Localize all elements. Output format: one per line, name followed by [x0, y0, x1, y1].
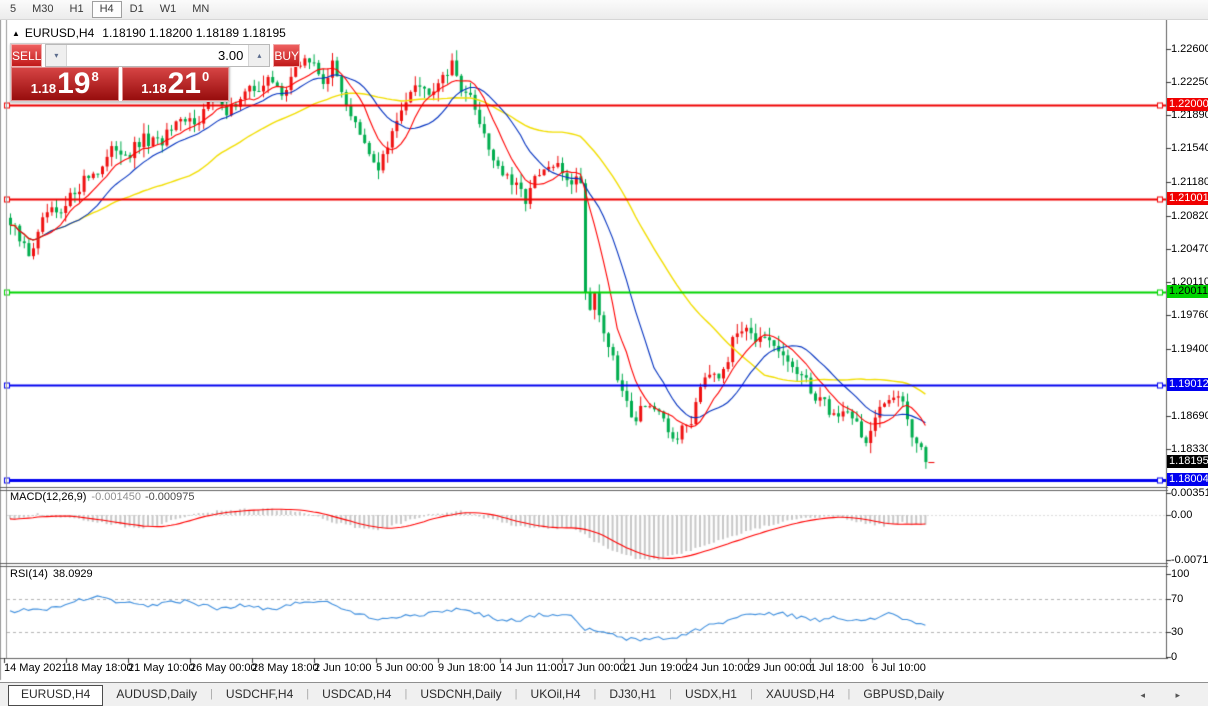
- date-tick-label: 14 May 2021: [4, 662, 68, 674]
- hline-price-label: 1.19012: [1167, 378, 1208, 391]
- timeframe-button-h1[interactable]: H1: [62, 1, 92, 18]
- chart-tab-audusd[interactable]: AUDUSD,Daily: [103, 685, 210, 704]
- sell-price-point: 8: [91, 69, 98, 84]
- date-tick-label: 18 May 18:00: [66, 662, 133, 674]
- date-tick-label: 24 Jun 10:00: [686, 662, 750, 674]
- date-tick-label: 1 Jul 18:00: [810, 662, 864, 674]
- chart-tab-bar: EURUSD,H4AUDUSD,Daily|USDCHF,H4|USDCAD,H…: [0, 682, 1208, 706]
- date-tick-label: 5 Jun 00:00: [376, 662, 434, 674]
- buy-button[interactable]: BUY: [273, 44, 300, 67]
- volume-spinner: ▾ ▴: [45, 44, 270, 67]
- price-tick-label: 1.19760: [1171, 309, 1208, 321]
- chart-tab-usdchf[interactable]: USDCHF,H4: [213, 685, 306, 704]
- collapse-arrow-icon: ▲: [12, 29, 20, 38]
- one-click-trading-panel: SELL ▾ ▴ BUY 1.18 19 8 1.18 21 0: [10, 43, 230, 102]
- chart-tab-ukoil[interactable]: UKOil,H4: [518, 685, 594, 704]
- chart-window: ▲ EURUSD,H4 1.18190 1.18200 1.18189 1.1819…: [0, 20, 1208, 682]
- rsi-tick-label: 30: [1171, 626, 1183, 638]
- timeframe-toolbar: 5M30H1H4D1W1MN: [0, 0, 1208, 20]
- timeframe-button-w1[interactable]: W1: [152, 1, 185, 18]
- rsi-name: RSI(14): [10, 568, 48, 580]
- date-tick-label: 26 May 00:00: [190, 662, 257, 674]
- date-tick-label: 21 Jun 19:00: [624, 662, 688, 674]
- volume-decrease-button[interactable]: ▾: [46, 45, 67, 66]
- rsi-tick-label: 100: [1171, 568, 1189, 580]
- date-tick-label: 9 Jun 18:00: [438, 662, 496, 674]
- chart-title: ▲ EURUSD,H4 1.18190 1.18200 1.18189 1.1819…: [12, 26, 286, 40]
- price-tick-label: 1.22250: [1171, 76, 1208, 88]
- candlestick-chart[interactable]: [0, 20, 1208, 682]
- hline-price-label: 1.18004: [1167, 473, 1208, 486]
- price-tick-label: 1.18690: [1171, 410, 1208, 422]
- price-tick-label: 1.21540: [1171, 142, 1208, 154]
- buy-price-point: 0: [202, 69, 209, 84]
- macd-value: -0.001450: [91, 491, 141, 503]
- sell-price-base: 1.18: [31, 81, 56, 96]
- hline-price-label: 1.21001: [1167, 192, 1208, 205]
- chart-tab-usdx[interactable]: USDX,H1: [672, 685, 750, 704]
- chart-tab-usdcad[interactable]: USDCAD,H4: [309, 685, 404, 704]
- buy-price-base: 1.18: [141, 81, 166, 96]
- macd-indicator-label: MACD(12,26,9) -0.001450 -0.000975: [10, 491, 195, 503]
- date-tick-label: 21 May 10:00: [128, 662, 195, 674]
- chart-tab-dj30[interactable]: DJ30,H1: [596, 685, 669, 704]
- price-tick-label: 1.20820: [1171, 210, 1208, 222]
- date-tick-label: 14 Jun 11:00: [500, 662, 563, 674]
- macd-tick-label: -0.007178: [1171, 554, 1208, 566]
- ohlc-values: 1.18190 1.18200 1.18189 1.18195: [102, 26, 286, 40]
- price-tick-label: 1.19400: [1171, 343, 1208, 355]
- trading-terminal: 5M30H1H4D1W1MN ▲ EURUSD,H4 1.18190 1.18200…: [0, 0, 1208, 706]
- timeframe-button-d1[interactable]: D1: [122, 1, 152, 18]
- hline-price-label: 1.22000: [1167, 98, 1208, 111]
- rsi-tick-label: 0: [1171, 651, 1177, 663]
- sell-button[interactable]: SELL: [11, 44, 42, 67]
- current-price-label: 1.18195: [1167, 455, 1208, 468]
- chart-tabs: EURUSD,H4AUDUSD,Daily|USDCHF,H4|USDCAD,H…: [0, 685, 957, 706]
- tab-scroll-arrows[interactable]: ◂ ▸: [1140, 690, 1194, 701]
- price-tick-label: 1.20470: [1171, 243, 1208, 255]
- price-tick-label: 1.22600: [1171, 43, 1208, 55]
- timeframe-button-m30[interactable]: M30: [24, 1, 61, 18]
- date-tick-label: 2 Jun 10:00: [314, 662, 372, 674]
- chart-tab-xauusd[interactable]: XAUUSD,H4: [753, 685, 848, 704]
- sell-price-display[interactable]: 1.18 19 8: [11, 67, 119, 101]
- chart-tab-eurusd[interactable]: EURUSD,H4: [8, 685, 103, 706]
- macd-tick-label: 0.003515: [1171, 487, 1208, 499]
- date-tick-label: 29 Jun 00:00: [748, 662, 812, 674]
- price-tick-label: 1.18330: [1171, 443, 1208, 455]
- price-tick-label: 1.21180: [1171, 176, 1208, 188]
- timeframe-button-h4[interactable]: H4: [92, 1, 122, 18]
- macd-tick-label: 0.00: [1171, 509, 1192, 521]
- date-tick-label: 17 Jun 00:00: [562, 662, 626, 674]
- timeframe-button-mn[interactable]: MN: [184, 1, 217, 18]
- buy-price-display[interactable]: 1.18 21 0: [122, 67, 230, 101]
- symbol-period-label: EURUSD,H4: [25, 26, 94, 40]
- macd-name: MACD(12,26,9): [10, 491, 86, 503]
- rsi-tick-label: 70: [1171, 593, 1183, 605]
- chart-tab-usdcnh[interactable]: USDCNH,Daily: [407, 685, 514, 704]
- chart-tab-gbpusd[interactable]: GBPUSD,Daily: [850, 685, 957, 704]
- price-tick-label: 1.21890: [1171, 109, 1208, 121]
- rsi-value: 38.0929: [53, 568, 93, 580]
- sell-price-pips: 19: [57, 69, 90, 99]
- volume-increase-button[interactable]: ▴: [248, 45, 269, 66]
- timeframe-button-5[interactable]: 5: [2, 1, 24, 18]
- volume-input[interactable]: [67, 45, 248, 66]
- macd-signal-value: -0.000975: [145, 491, 195, 503]
- rsi-indicator-label: RSI(14) 38.0929: [10, 568, 93, 580]
- date-tick-label: 28 May 18:00: [252, 662, 319, 674]
- date-tick-label: 6 Jul 10:00: [872, 662, 926, 674]
- buy-price-pips: 21: [168, 69, 201, 99]
- hline-price-label: 1.20011: [1167, 285, 1208, 298]
